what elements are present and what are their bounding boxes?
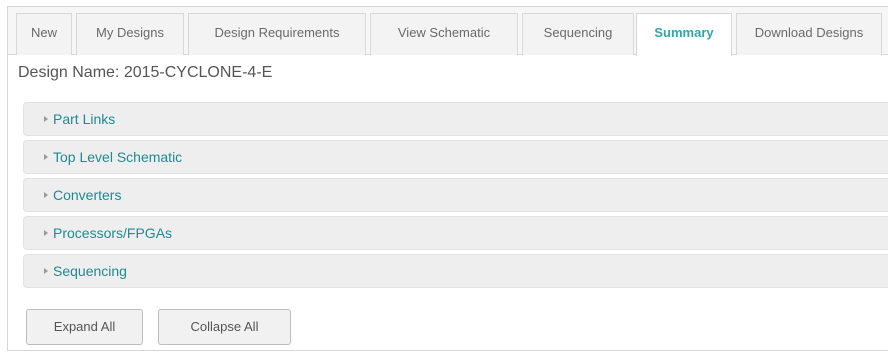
tab-download-designs[interactable]: Download Designs: [736, 13, 882, 55]
tab-sequencing[interactable]: Sequencing: [522, 13, 634, 55]
panel-converters[interactable]: Converters: [23, 178, 888, 212]
panel-processors-fpgas[interactable]: Processors/FPGAs: [23, 216, 888, 250]
tab-summary[interactable]: Summary: [636, 13, 732, 56]
caret-right-icon: [44, 154, 48, 160]
collapse-all-button[interactable]: Collapse All: [158, 309, 291, 345]
caret-right-icon: [44, 230, 48, 236]
tab-design-requirements[interactable]: Design Requirements: [188, 13, 366, 55]
caret-right-icon: [44, 192, 48, 198]
panel-top-level-schematic[interactable]: Top Level Schematic: [23, 140, 888, 174]
panel-label: Top Level Schematic: [53, 149, 183, 165]
caret-right-icon: [44, 268, 48, 274]
design-name-label: Design Name: 2015-CYCLONE-4-E: [18, 64, 273, 81]
expand-all-button[interactable]: Expand All: [26, 309, 143, 345]
tab-my-designs[interactable]: My Designs: [76, 13, 184, 55]
panel-label: Sequencing: [53, 263, 127, 279]
caret-right-icon: [44, 116, 48, 122]
tab-new[interactable]: New: [16, 13, 72, 55]
accordion: Part Links Top Level Schematic Converter…: [23, 102, 888, 292]
panel-label: Part Links: [53, 111, 116, 127]
panel-sequencing[interactable]: Sequencing: [23, 254, 888, 288]
summary-window: New My Designs Design Requirements View …: [7, 6, 888, 351]
tab-view-schematic[interactable]: View Schematic: [370, 13, 518, 55]
panel-label: Converters: [53, 187, 122, 203]
panel-part-links[interactable]: Part Links: [23, 102, 888, 136]
tab-bar: New My Designs Design Requirements View …: [8, 7, 888, 56]
panel-label: Processors/FPGAs: [53, 225, 173, 241]
